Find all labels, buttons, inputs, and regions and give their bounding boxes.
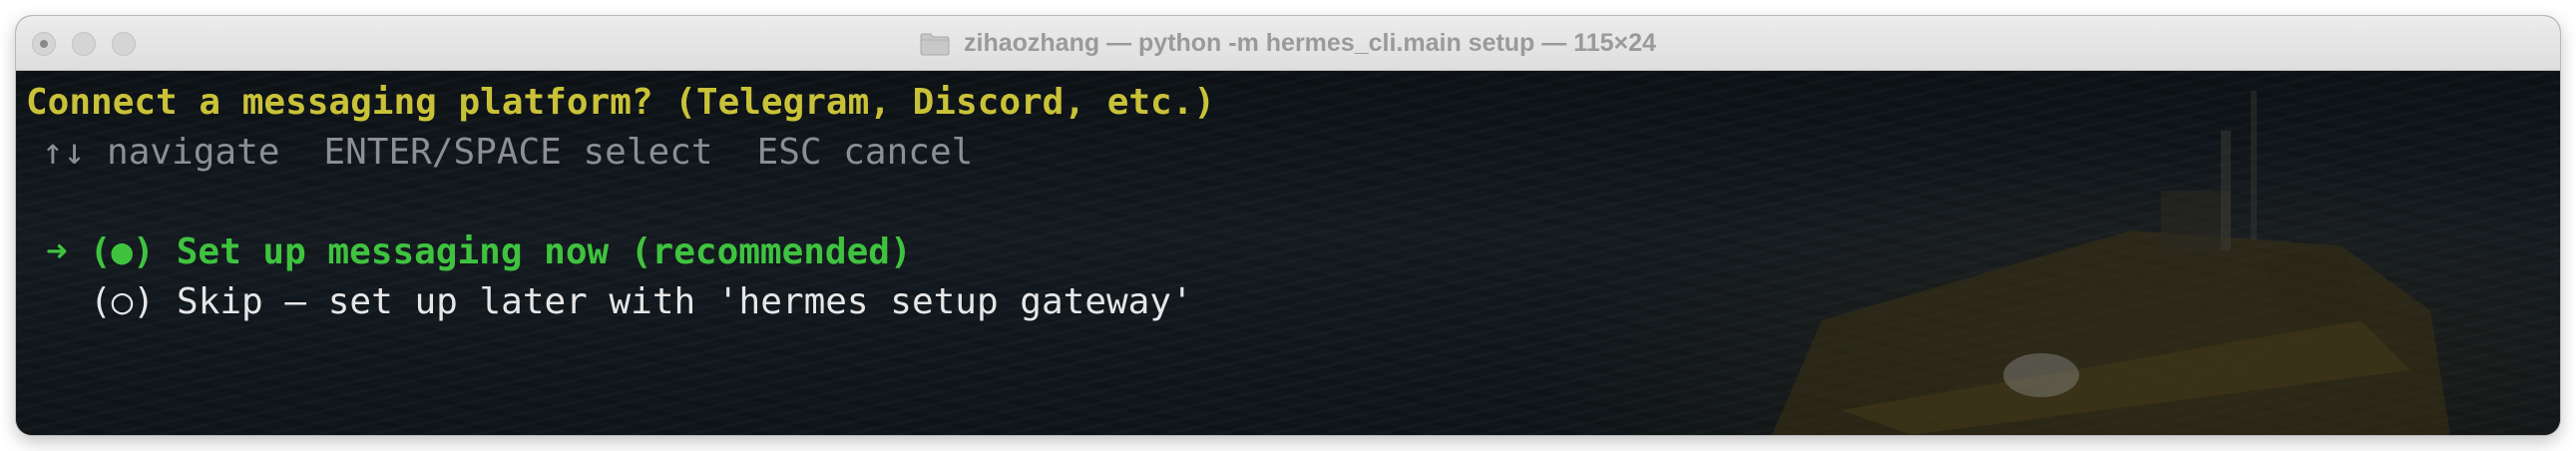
option-skip[interactable]: (○) Skip — set up later with 'hermes setu…: [46, 278, 1193, 326]
hint-navigate: ↑↓ navigate: [42, 132, 280, 173]
option-setup-messaging[interactable]: ➜ (●) Set up messaging now (recommended): [46, 228, 912, 276]
option-label: Set up messaging now (recommended): [176, 231, 912, 272]
prompt-question: Connect a messaging platform? (Telegram,…: [26, 82, 1216, 123]
title-bar[interactable]: zihaozhang — python -m hermes_cli.main s…: [16, 16, 2560, 71]
terminal-window: zihaozhang — python -m hermes_cli.main s…: [16, 16, 2560, 435]
hint-select: ENTER/SPACE select: [323, 132, 713, 173]
hint-cancel: ESC cancel: [756, 132, 974, 173]
window-title: zihaozhang — python -m hermes_cli.main s…: [964, 29, 1656, 57]
folder-icon: [920, 33, 950, 55]
radio-unselected-icon: (○): [90, 281, 156, 322]
radio-selected-icon: (●): [89, 231, 155, 272]
key-hints: ↑↓ navigate ENTER/SPACE select ESC cancel: [42, 129, 973, 177]
terminal-content[interactable]: Connect a messaging platform? (Telegram,…: [16, 71, 2560, 435]
option-label: Skip — set up later with 'hermes setup g…: [177, 281, 1193, 322]
selection-cursor-icon: ➜: [46, 231, 68, 272]
window-title-wrap: zihaozhang — python -m hermes_cli.main s…: [16, 16, 2560, 71]
